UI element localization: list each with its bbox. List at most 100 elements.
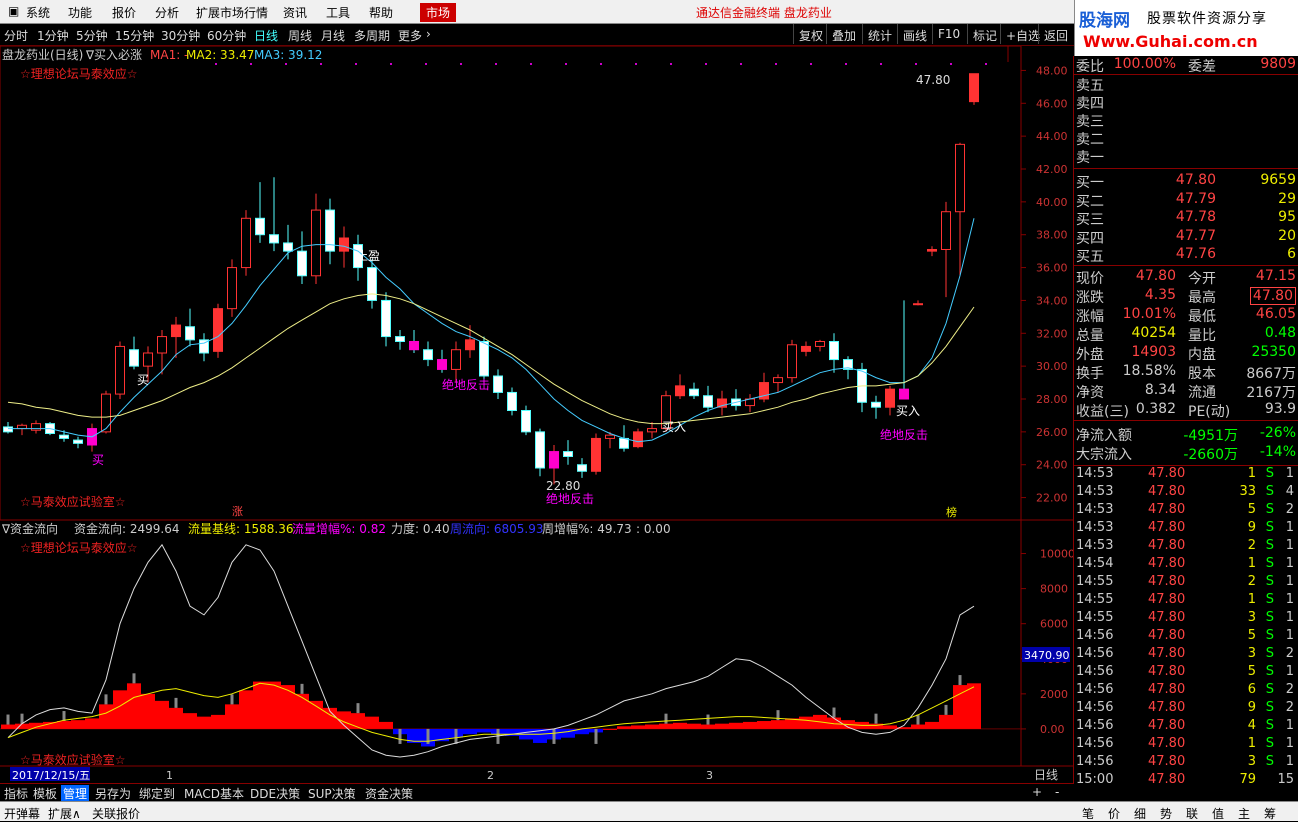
order-ratio-row: 委比 100.00% 委差 9809 [1076,56,1296,75]
tab-monthly[interactable]: 月线 [321,27,345,44]
tab-multi-period[interactable]: 多周期 [354,27,390,44]
candle-body [3,426,13,433]
indicator-axis-label: 8000 [1040,583,1068,596]
tab-manage[interactable]: 管理 [61,785,90,802]
tab-intraday[interactable]: 分时 [4,27,28,44]
indicator-title: ∇资金流向 [1,521,58,536]
panel-tab-3[interactable]: 势 [1160,805,1172,822]
tab-macd[interactable]: MACD基本 [184,785,244,802]
fund-bar [477,728,491,733]
tab-1min[interactable]: 1分钟 [37,27,69,44]
back-button[interactable]: 返回 [1038,24,1073,44]
extend-toggle[interactable]: 扩展∧ [48,805,81,822]
buy-4-row[interactable]: 买四 47.77 20 [1076,228,1296,247]
extra-value: : 0.00 [636,522,671,536]
volume-tick [944,704,948,715]
tick-row: 14:56 47.80 3 S 2 [1076,646,1294,661]
volume-tick [552,728,556,744]
panel-tab-0[interactable]: 笔 [1082,805,1094,822]
fund-bar [771,720,785,729]
tab-30min[interactable]: 30分钟 [161,27,200,44]
tick-row: 14:56 47.80 3 S 1 [1076,754,1294,769]
tab-sup[interactable]: SUP决策 [308,785,356,802]
menu-function[interactable]: 功能 [68,4,92,21]
volume-tick [832,707,836,718]
indicator-axis-label: 2000 [1040,688,1068,701]
tab-60min[interactable]: 60分钟 [207,27,246,44]
buy-2-row[interactable]: 买二 47.79 29 [1076,191,1296,210]
candle-body [829,341,839,361]
fund-bar [197,716,211,729]
tick-row: 15:00 47.80 79 15 [1076,772,1294,787]
tab-save-as[interactable]: 另存为 [95,785,131,802]
chevron-right-icon[interactable]: › [426,27,431,41]
panel-tab-1[interactable]: 价 [1108,805,1120,822]
window-title: 通达信金融终端 盘龙药业 [696,6,832,20]
date-cursor: 2017/12/15/五 [12,769,90,782]
tab-15min[interactable]: 15分钟 [115,27,154,44]
tab-bind-to[interactable]: 绑定到 [139,785,175,802]
fund-bar [1,724,15,729]
mark-button[interactable]: 标记 [967,24,1002,44]
menu-tools[interactable]: 工具 [326,4,350,21]
menu-help[interactable]: 帮助 [369,4,393,21]
zoom-in-button[interactable]: + [1032,785,1042,799]
indicator-watermark-top: ☆理想论坛马泰效应☆ [20,540,138,555]
sell-1-row: 卖一 [1076,150,1104,166]
candle-body [479,341,489,377]
price-axis-label: 28.00 [1036,393,1068,406]
fund-bar [281,685,295,729]
tick-row: 14:56 47.80 5 S 1 [1076,628,1294,643]
overlay-button[interactable]: 叠加 [826,24,861,44]
buy-3-row[interactable]: 买三 47.78 95 [1076,209,1296,228]
restore-rights-button[interactable]: 复权 [793,24,828,44]
panel-tab-4[interactable]: 联 [1186,805,1198,822]
high-price-label: 47.80 [916,73,950,87]
price-axis-label: 44.00 [1036,130,1068,143]
tick-row: 14:55 47.80 1 S 1 [1076,592,1294,607]
menu-market[interactable]: 市场 [420,3,457,22]
tab-5min[interactable]: 5分钟 [76,27,108,44]
buy-5-row[interactable]: 买五 47.76 6 [1076,246,1296,265]
date-axis-period[interactable]: 日线 [1034,768,1058,782]
tab-indicator[interactable]: 指标 [4,785,28,802]
menu-quote[interactable]: 报价 [112,4,136,21]
signal-dot [215,63,217,65]
panel-tab-2[interactable]: 细 [1134,805,1146,822]
menu-system[interactable]: 系统 [26,4,50,21]
buy-1-row[interactable]: 买一 47.80 9659 [1076,172,1296,191]
tab-dde[interactable]: DDE决策 [250,785,300,802]
panel-tab-6[interactable]: 主 [1238,805,1250,822]
candle-body [773,377,783,384]
fund-bar [295,693,309,729]
menu-analysis[interactable]: 分析 [155,4,179,21]
stock-chart[interactable]: 盘龙药业(日线) ∇买入必涨 MA1: - MA2: 33.47 MA3: 39… [0,46,1073,783]
candle-body [395,336,405,343]
tab-weekly[interactable]: 周线 [288,27,312,44]
candle-body [969,73,979,103]
zoom-out-button[interactable]: - [1055,785,1059,799]
price-axis-label: 40.00 [1036,196,1068,209]
menu-news[interactable]: 资讯 [283,4,307,21]
tick-row: 14:55 47.80 3 S 1 [1076,610,1294,625]
tab-daily[interactable]: 日线 [254,27,278,44]
signal-dot [705,63,707,65]
menu-extended-market[interactable]: 扩展市场行情 [196,4,268,21]
f10-button[interactable]: F10 [932,24,965,44]
price-axis-label: 26.00 [1036,426,1068,439]
related-quote-button[interactable]: 关联报价 [92,805,140,822]
tab-more[interactable]: 更多 [398,27,422,44]
panel-tab-5[interactable]: 值 [1212,805,1224,822]
danmu-toggle[interactable]: 开弹幕 [4,805,40,822]
candle-body [129,349,139,367]
statistics-button[interactable]: 统计 [862,24,897,44]
draw-line-button[interactable]: 画线 [897,24,932,44]
fund-bar [729,722,743,729]
tab-fund-decision[interactable]: 资金决策 [365,785,413,802]
fund-bar [659,723,673,729]
candle-body [787,344,797,379]
menu-app-icon[interactable]: ▣ [8,4,19,18]
candle-body [157,336,167,354]
tab-template[interactable]: 模板 [33,785,57,802]
panel-tab-7[interactable]: 筹 [1264,805,1276,822]
